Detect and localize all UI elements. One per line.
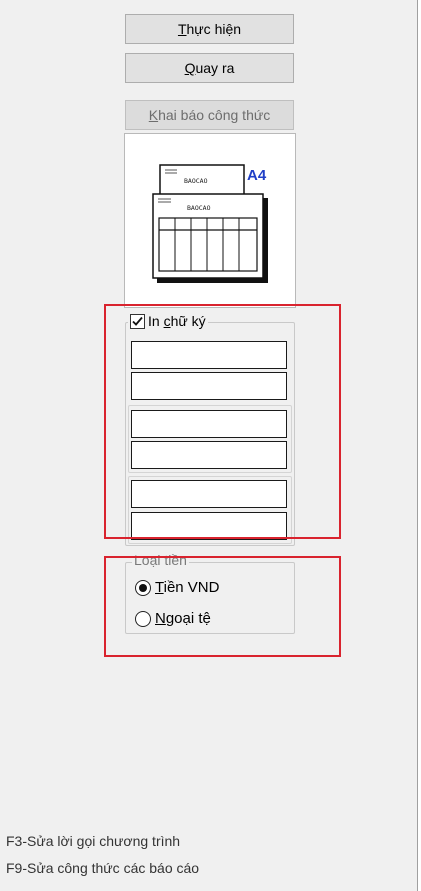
back-button[interactable]: Quay ra — [125, 53, 294, 83]
execute-button[interactable]: Thực hiện — [125, 14, 294, 44]
back-label: Quay ra — [184, 60, 235, 76]
paper-size-label: A4 — [247, 167, 267, 184]
report-preview: BAOCAO BAOCAO A4 — [124, 133, 296, 308]
signature-highlight-box — [104, 304, 341, 539]
formula-button[interactable]: Khai báo công thức — [125, 100, 294, 130]
options-panel: Thực hiện Quay ra Khai báo công thức BAO… — [0, 0, 418, 891]
currency-highlight-box — [104, 556, 341, 657]
back-sheet-title: BAOCAO — [184, 177, 208, 185]
formula-label: Khai báo công thức — [148, 107, 271, 123]
execute-label: Thực hiện — [177, 21, 242, 37]
hint-f9: F9-Sửa công thức các báo cáo — [6, 860, 200, 876]
front-sheet-title: BAOCAO — [187, 204, 211, 212]
report-sheets-icon: BAOCAO BAOCAO A4 — [152, 164, 268, 283]
hint-f3: F3-Sửa lời gọi chương trình — [6, 833, 181, 849]
